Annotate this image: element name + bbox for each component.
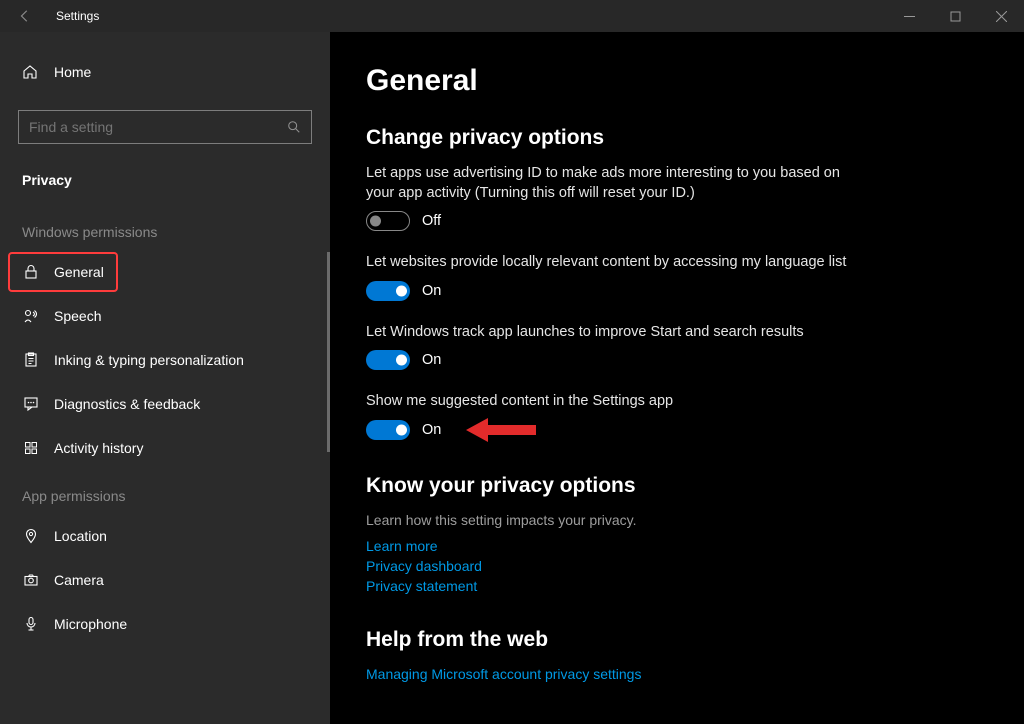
toggle-state-label: On — [422, 352, 441, 368]
windows-permissions-list: General Speech Inking & typing personali… — [0, 250, 330, 470]
sidebar-item-camera[interactable]: Camera — [0, 558, 330, 602]
setting-desc: Let apps use advertising ID to make ads … — [366, 164, 866, 203]
clipboard-icon — [22, 351, 40, 369]
search-icon — [287, 120, 301, 134]
toggle-state-label: On — [422, 283, 441, 299]
section-desc: Learn how this setting impacts your priv… — [366, 512, 988, 528]
sidebar-item-activity[interactable]: Activity history — [0, 426, 330, 470]
toggle-app-launches[interactable] — [366, 350, 410, 370]
category-title: Privacy — [0, 162, 330, 206]
sidebar-item-speech[interactable]: Speech — [0, 294, 330, 338]
lock-icon — [22, 263, 40, 281]
sidebar-item-diagnostics[interactable]: Diagnostics & feedback — [0, 382, 330, 426]
window-title: Settings — [56, 9, 99, 23]
sidebar-item-inking[interactable]: Inking & typing personalization — [0, 338, 330, 382]
section-header-windows: Windows permissions — [0, 206, 330, 250]
maximize-button[interactable] — [932, 0, 978, 32]
location-icon — [22, 527, 40, 545]
sidebar-item-microphone[interactable]: Microphone — [0, 602, 330, 646]
sidebar-item-label: General — [54, 264, 104, 280]
camera-icon — [22, 571, 40, 589]
speech-icon — [22, 307, 40, 325]
toggle-state-label: On — [422, 422, 441, 438]
section-heading: Help from the web — [366, 628, 988, 652]
search-box[interactable] — [18, 110, 312, 144]
toggle-language-list[interactable] — [366, 281, 410, 301]
page-title: General — [366, 64, 988, 98]
section-header-app: App permissions — [0, 470, 330, 514]
sidebar-item-label: Location — [54, 528, 107, 544]
mic-icon — [22, 615, 40, 633]
link-learn-more[interactable]: Learn more — [366, 538, 988, 554]
link-help-msa-privacy[interactable]: Managing Microsoft account privacy setti… — [366, 666, 988, 682]
section-heading: Change privacy options — [366, 126, 988, 150]
search-input[interactable] — [29, 119, 287, 135]
sidebar-item-label: Diagnostics & feedback — [54, 396, 200, 412]
home-label: Home — [54, 64, 91, 80]
content-pane: General Change privacy options Let apps … — [330, 32, 1024, 724]
toggle-advertising-id[interactable] — [366, 211, 410, 231]
sidebar-item-label: Camera — [54, 572, 104, 588]
app-permissions-list: Location Camera Microphone — [0, 514, 330, 646]
link-privacy-statement[interactable]: Privacy statement — [366, 578, 988, 594]
sidebar: Home Privacy Windows permissions General — [0, 32, 330, 724]
link-privacy-dashboard[interactable]: Privacy dashboard — [366, 558, 988, 574]
sidebar-item-label: Inking & typing personalization — [54, 352, 244, 368]
history-icon — [22, 439, 40, 457]
back-icon[interactable] — [18, 9, 32, 23]
setting-desc: Show me suggested content in the Setting… — [366, 392, 866, 412]
sidebar-item-location[interactable]: Location — [0, 514, 330, 558]
window-controls — [886, 0, 1024, 32]
toggle-suggested-content[interactable] — [366, 420, 410, 440]
close-button[interactable] — [978, 0, 1024, 32]
sidebar-item-label: Microphone — [54, 616, 127, 632]
toggle-state-label: Off — [422, 213, 441, 229]
minimize-button[interactable] — [886, 0, 932, 32]
sidebar-item-label: Speech — [54, 308, 101, 324]
setting-desc: Let Windows track app launches to improv… — [366, 323, 866, 343]
section-heading: Know your privacy options — [366, 474, 988, 498]
setting-desc: Let websites provide locally relevant co… — [366, 253, 866, 273]
sidebar-item-general[interactable]: General — [0, 250, 330, 294]
sidebar-item-label: Activity history — [54, 440, 143, 456]
titlebar: Settings — [0, 0, 1024, 32]
annotation-arrow — [466, 415, 536, 445]
home-icon — [22, 64, 38, 80]
home-nav[interactable]: Home — [0, 52, 330, 92]
feedback-icon — [22, 395, 40, 413]
